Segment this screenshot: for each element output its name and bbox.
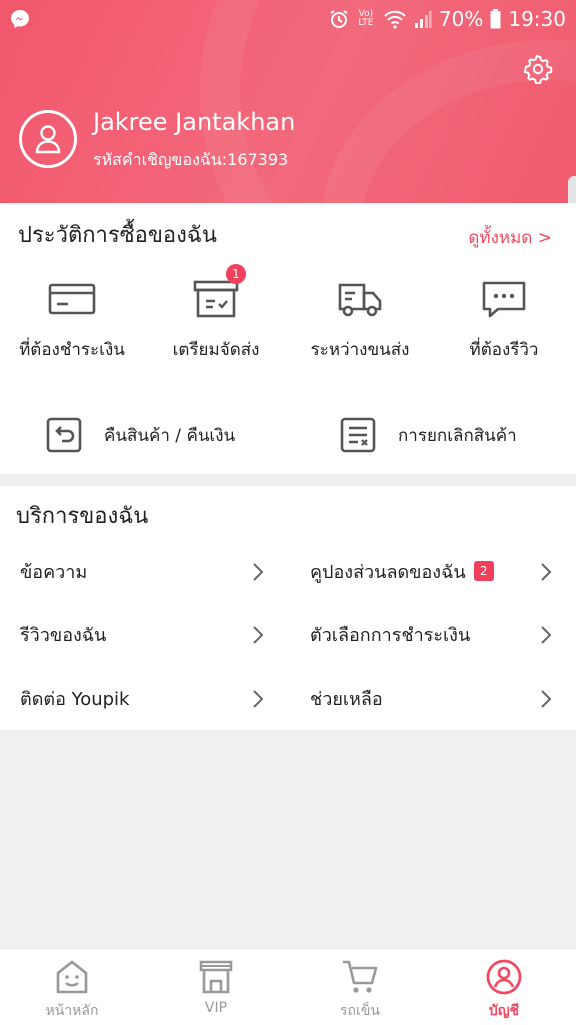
- tab-label: VIP: [204, 1000, 228, 1016]
- cancel-list-icon: [340, 417, 376, 453]
- tab-label: หน้าหลัก: [45, 1003, 99, 1019]
- order-status-to-review[interactable]: ที่ต้องรีวิว: [432, 275, 576, 365]
- service-label: ข้อความ: [20, 561, 88, 583]
- service-label: รีวิวของฉัน: [20, 624, 107, 646]
- messenger-icon: [11, 10, 29, 28]
- tab-cart[interactable]: รถเข็น: [288, 949, 432, 1025]
- cancellations-label: การยกเลิกสินค้า: [398, 425, 517, 446]
- service-label: ตัวเลือกการชำระเงิน: [310, 624, 471, 646]
- bottom-tab-bar: หน้าหลัก VIP รถเข็น บัญชี: [0, 948, 576, 1025]
- order-status-to-ship[interactable]: เตรียมจัดส่ง: [144, 275, 288, 365]
- return-icon: [46, 417, 82, 453]
- card-icon: [48, 283, 96, 315]
- home-icon: [56, 960, 88, 994]
- chevron-right-icon: [541, 563, 552, 581]
- service-my-coupons[interactable]: คูปองส่วนลดของฉัน 2: [310, 551, 494, 591]
- user-icon: [35, 125, 61, 154]
- order-history-title: ประวัติการซื้อของฉัน: [18, 223, 217, 248]
- clock: 19:30: [508, 7, 566, 31]
- order-history-card: ประวัติการซื้อของฉัน ดูทั้งหมด > ที่ต้อง…: [0, 203, 576, 474]
- cart-icon: [343, 960, 378, 993]
- to-ship-count-badge: 1: [226, 264, 246, 284]
- user-name: Jakree Jantakhan: [93, 108, 296, 136]
- avatar[interactable]: [19, 110, 77, 168]
- tab-label: รถเข็น: [340, 1003, 380, 1019]
- my-services-card: บริการของฉัน ข้อความ คูปองส่วนลดของฉัน 2…: [0, 486, 576, 730]
- order-status-to-pay[interactable]: ที่ต้องชำระเงิน: [0, 275, 144, 365]
- box-icon: [193, 280, 239, 318]
- chevron-right-icon: [253, 563, 264, 581]
- battery-icon: [490, 9, 501, 29]
- profile-header: Vo) LTE 70% 19:30 Jakree Jantakhan รหัสค…: [0, 0, 576, 203]
- order-status-label: ที่ต้องรีวิว: [469, 340, 539, 360]
- store-icon: [199, 960, 233, 994]
- chevron-right-icon: [253, 626, 264, 644]
- volte-icon: Vo) LTE: [358, 9, 374, 28]
- returns-refunds-button[interactable]: คืนสินค้า / คืนเงิน: [46, 415, 235, 455]
- cancellations-button[interactable]: การยกเลิกสินค้า: [340, 415, 517, 455]
- gear-icon[interactable]: [523, 54, 553, 84]
- alarm-icon: [330, 10, 348, 28]
- chat-icon: [482, 281, 526, 318]
- service-messages[interactable]: ข้อความ: [20, 551, 87, 591]
- order-status-label: ระหว่างขนส่ง: [310, 340, 410, 360]
- wifi-icon: [384, 10, 406, 29]
- service-label: คูปองส่วนลดของฉัน: [310, 561, 466, 583]
- my-services-title: บริการของฉัน: [16, 504, 149, 529]
- truck-icon: [338, 283, 382, 317]
- tab-vip[interactable]: VIP: [144, 949, 288, 1025]
- chevron-right-icon: [541, 626, 552, 644]
- account-icon: [486, 959, 522, 995]
- tab-label: บัญชี: [488, 1003, 520, 1019]
- chevron-right-icon: [253, 690, 264, 708]
- battery-percent: 70%: [438, 7, 484, 31]
- service-contact-youpik[interactable]: ติดต่อ Youpik: [20, 678, 129, 718]
- order-status-in-transit[interactable]: ระหว่างขนส่ง: [288, 275, 432, 365]
- status-bar: Vo) LTE 70% 19:30: [0, 0, 576, 38]
- invite-code: รหัสคำเชิญของฉัน:167393: [93, 150, 289, 169]
- service-help[interactable]: ช่วยเหลือ: [310, 678, 383, 718]
- returns-refunds-label: คืนสินค้า / คืนเงิน: [104, 425, 236, 446]
- service-label: ช่วยเหลือ: [310, 688, 383, 710]
- service-label: ติดต่อ Youpik: [20, 688, 130, 710]
- tab-home[interactable]: หน้าหลัก: [0, 949, 144, 1025]
- order-status-label: ที่ต้องชำระเงิน: [19, 340, 125, 360]
- view-all-link[interactable]: ดูทั้งหมด >: [468, 224, 552, 251]
- order-status-label: เตรียมจัดส่ง: [172, 340, 260, 360]
- service-payment-options[interactable]: ตัวเลือกการชำระเงิน: [310, 614, 470, 654]
- chevron-right-icon: [541, 690, 552, 708]
- service-my-reviews[interactable]: รีวิวของฉัน: [20, 614, 106, 654]
- tab-account[interactable]: บัญชี: [432, 949, 576, 1025]
- signal-icon: [414, 11, 432, 28]
- coupon-count-badge: 2: [473, 561, 494, 581]
